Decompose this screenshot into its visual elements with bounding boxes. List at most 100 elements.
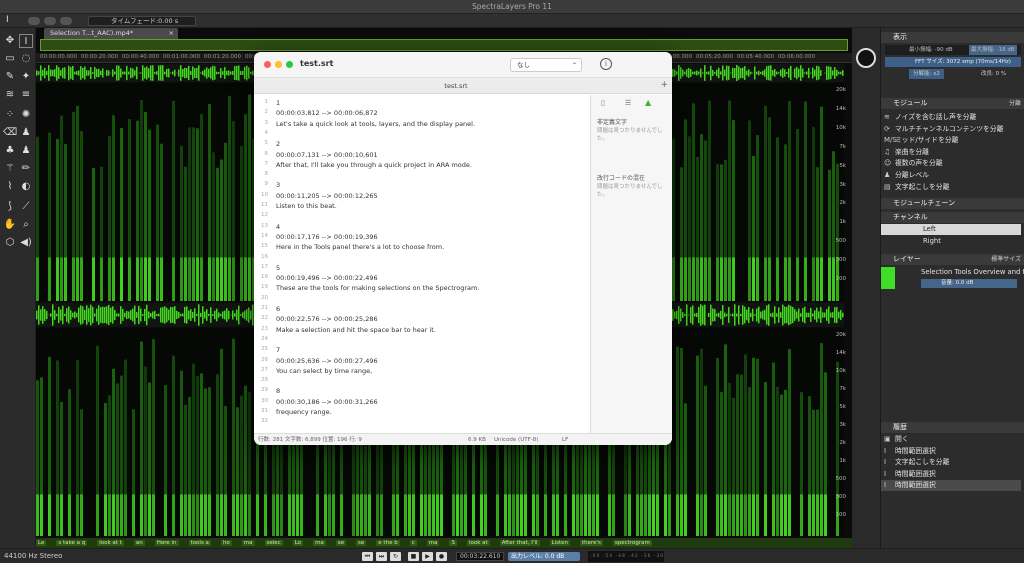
- subtitle-block[interactable]: ho: [220, 540, 232, 546]
- 3d-icon[interactable]: ⬡: [3, 236, 17, 250]
- subtitle-block[interactable]: ma: [313, 540, 326, 546]
- subtitle-block[interactable]: s take a q: [56, 540, 88, 546]
- editor-line[interactable]: 00:00:19,496 --> 00:00:22,496: [276, 274, 378, 282]
- rectangle-select-icon[interactable]: ▭: [3, 52, 17, 66]
- editor-line[interactable]: 4: [276, 223, 280, 231]
- draw-icon[interactable]: ⌇: [3, 180, 17, 194]
- subtitle-block[interactable]: c: [409, 540, 417, 546]
- layers-panel-header[interactable]: レイヤー 標準サイズ: [881, 254, 1024, 265]
- timecode[interactable]: 00:03:22.610: [456, 552, 504, 561]
- editor-line[interactable]: After that, I'll take you through a quic…: [276, 161, 472, 169]
- clone-icon[interactable]: ♟: [19, 144, 33, 158]
- module-item[interactable]: ⟳ マルチチャンネルコンテンツを分離: [881, 124, 1021, 135]
- editor-text-area[interactable]: 1 1 2 00:00:03,812 --> 00:00:06,872 3 Let's t…: [254, 95, 590, 433]
- brush-select-icon[interactable]: ✎: [3, 70, 17, 84]
- zoom-icon[interactable]: ⌕: [19, 218, 33, 232]
- info-icon[interactable]: i: [600, 58, 612, 70]
- stamp-icon[interactable]: ♟: [19, 126, 33, 140]
- history-item[interactable]: I 時間範囲選択: [881, 469, 1021, 480]
- subtitle-block[interactable]: se: [356, 540, 367, 546]
- close-window-button[interactable]: [264, 61, 271, 68]
- history-item[interactable]: I 文字起こしを分離: [881, 457, 1021, 468]
- frequency-select-icon[interactable]: ≋: [3, 88, 17, 102]
- output-level[interactable]: 出力レベル: 0.0 dB: [508, 552, 580, 561]
- module-item[interactable]: ≋ ノイズを含む話し声を分離: [881, 112, 1021, 123]
- editor-line[interactable]: You can select by time range,: [276, 367, 372, 375]
- close-icon[interactable]: ×: [169, 28, 174, 39]
- prev-button[interactable]: ⏭: [376, 552, 387, 561]
- overview-bar[interactable]: [40, 39, 848, 51]
- channels-panel-header[interactable]: チャンネル: [881, 212, 1024, 223]
- pencil-icon[interactable]: ✏: [19, 162, 33, 176]
- subtitle-block[interactable]: Listen: [549, 540, 570, 546]
- editor-tab[interactable]: test.srt: [254, 82, 658, 90]
- status-encoding[interactable]: Unicode (UTF-8): [494, 434, 538, 445]
- move-tool-icon[interactable]: ✥: [3, 34, 17, 48]
- subtitle-block[interactable]: look at: [466, 540, 490, 546]
- subtitle-block[interactable]: ma: [241, 540, 255, 546]
- lasso-icon[interactable]: ◌: [19, 52, 33, 66]
- wand-icon[interactable]: ⚚: [3, 162, 17, 176]
- add-tab-icon[interactable]: +: [660, 80, 668, 90]
- channel-left[interactable]: Left: [881, 224, 1021, 235]
- resolution-row[interactable]: 分解能: x2 改良: 0 %: [885, 69, 1021, 79]
- subtitle-block[interactable]: e the b: [376, 540, 400, 546]
- subtitle-block[interactable]: there's: [579, 540, 603, 546]
- document-tab[interactable]: Selection T...t_AAC).mp4* ×: [44, 28, 178, 39]
- zoom-window-button[interactable]: [286, 61, 293, 68]
- time-fade-field[interactable]: タイムフェード:0.00 s: [88, 16, 196, 26]
- module-item[interactable]: ☺ 複数の声を分離: [881, 158, 1021, 169]
- playhead-dial[interactable]: [856, 48, 876, 68]
- eraser-icon[interactable]: ⌫: [3, 126, 17, 140]
- editor-line[interactable]: Listen to this beat.: [276, 202, 337, 210]
- editor-line[interactable]: 00:00:03,812 --> 00:00:06,872: [276, 109, 378, 117]
- cursor-tool-icon[interactable]: I: [6, 15, 9, 25]
- syntax-select[interactable]: なし ⌃: [510, 58, 582, 72]
- magic-wand-icon[interactable]: ✦: [19, 70, 33, 84]
- subtitle-block[interactable]: spectrogram: [612, 540, 652, 546]
- channel-right[interactable]: Right: [881, 236, 1021, 247]
- stop-button[interactable]: ■: [408, 552, 419, 561]
- subtitle-block[interactable]: Here in: [154, 540, 179, 546]
- time-selection-tool-icon[interactable]: I: [19, 34, 33, 48]
- editor-line[interactable]: Let's take a quick look at tools, layers…: [276, 120, 475, 128]
- layer-volume[interactable]: 音量: 0.0 dB: [921, 279, 1017, 288]
- history-panel-header[interactable]: 履歴: [881, 422, 1024, 433]
- editor-line[interactable]: 6: [276, 305, 280, 313]
- overview-selection[interactable]: [41, 40, 847, 50]
- module-item[interactable]: ♟ 分離レベル: [881, 170, 1021, 181]
- module-item[interactable]: ♫ 楽曲を分離: [881, 147, 1021, 158]
- subtitle-block[interactable]: an: [133, 540, 145, 546]
- gear-select-icon[interactable]: ✺: [19, 108, 33, 122]
- pen-icon[interactable]: ⟆: [3, 200, 17, 214]
- subtitle-block[interactable]: S: [449, 540, 457, 546]
- eyedropper-icon[interactable]: ⟋: [19, 200, 33, 214]
- subtitle-block[interactable]: selec: [264, 540, 283, 546]
- document-icon[interactable]: ▯: [601, 99, 605, 107]
- history-item[interactable]: ▣ 開く: [881, 434, 1021, 445]
- editor-line[interactable]: 00:00:25,636 --> 00:00:27,496: [276, 357, 378, 365]
- editor-line[interactable]: These are the tools for making selection…: [276, 284, 479, 292]
- status-eol[interactable]: LF: [562, 434, 568, 445]
- editor-line[interactable]: Here in the Tools panel there's a lot to…: [276, 243, 444, 251]
- editor-line[interactable]: Make a selection and hit the space bar t…: [276, 326, 436, 334]
- subtitle-track[interactable]: Le s take a q look at t an Here in tools a ho m…: [36, 538, 852, 548]
- editor-line[interactable]: 3: [276, 181, 280, 189]
- editor-line[interactable]: 00:00:11,205 --> 00:00:12,265: [276, 192, 378, 200]
- fft-size-field[interactable]: FFT サイズ: 3072 smp (70ms/14Hz): [885, 57, 1021, 67]
- history-item[interactable]: I 時間範囲選択: [881, 480, 1021, 492]
- modules-panel-header[interactable]: モジュール 分離: [881, 98, 1024, 109]
- editor-line[interactable]: 8: [276, 387, 280, 395]
- shape-option-3[interactable]: [60, 17, 72, 25]
- editor-line[interactable]: 5: [276, 264, 280, 272]
- subtitle-block[interactable]: tools a: [188, 540, 211, 546]
- shape-option-2[interactable]: [44, 17, 56, 25]
- play-button[interactable]: ▶: [422, 552, 433, 561]
- editor-line[interactable]: 7: [276, 346, 280, 354]
- editor-line[interactable]: 00:00:22,576 --> 00:00:25,286: [276, 315, 378, 323]
- subtitle-block[interactable]: Le: [36, 540, 47, 546]
- speaker-icon[interactable]: ◀): [19, 236, 33, 250]
- editor-line[interactable]: frequency range.: [276, 408, 332, 416]
- warning-icon[interactable]: ▲: [645, 98, 651, 107]
- editor-line[interactable]: 00:00:30,186 --> 00:00:31,266: [276, 398, 378, 406]
